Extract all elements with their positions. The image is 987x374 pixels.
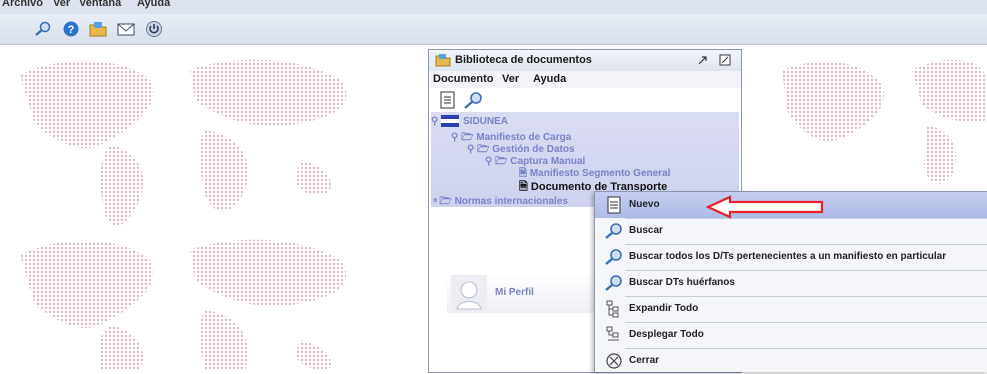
collapse-tree-icon [606, 326, 619, 341]
menu-archivo[interactable]: Archivo [2, 0, 43, 9]
window-toolbar [429, 88, 741, 112]
menu-documento[interactable]: Documento [433, 73, 494, 85]
search-icon[interactable] [34, 21, 52, 37]
folder-icon[interactable] [89, 21, 107, 37]
search-icon [605, 223, 622, 239]
context-item-buscar-dts-huerfanos[interactable]: Buscar DTs huérfanos [595, 270, 987, 296]
search-icon[interactable] [463, 91, 483, 109]
annotation-arrow-icon [706, 195, 824, 219]
world-map-background-left [20, 59, 347, 370]
menu-bar: Archivo Ver Ventana Ayuda [0, 0, 987, 14]
menu-ver[interactable]: Ver [502, 73, 519, 85]
search-icon [605, 275, 622, 291]
window-title: Biblioteca de documentos [455, 54, 592, 66]
context-item-label: Cerrar [629, 355, 660, 366]
close-circle-icon [606, 353, 622, 369]
context-item-expandir-todo[interactable]: Expandir Todo [595, 296, 987, 322]
folder-icon [435, 54, 451, 67]
context-item-label: Buscar todos los D/Ts pertenecientes a u… [629, 251, 947, 262]
profile-card[interactable]: Mi Perfil [447, 273, 597, 313]
tree-expand-icon[interactable]: ⚲ [431, 116, 438, 127]
context-item-cerrar[interactable]: Cerrar [595, 348, 987, 374]
help-icon[interactable]: ? [62, 21, 80, 37]
avatar [451, 275, 487, 311]
world-map-background-right [782, 59, 987, 184]
power-icon[interactable] [145, 21, 163, 37]
profile-label: Mi Perfil [495, 287, 534, 298]
menu-ventana[interactable]: Ventana [79, 0, 121, 9]
menu-ayuda[interactable]: Ayuda [137, 0, 170, 9]
flag-icon [441, 115, 459, 127]
context-item-label: Buscar [629, 225, 663, 236]
toolbar: ? [0, 14, 987, 45]
context-item-label: Desplegar Todo [629, 329, 704, 340]
context-item-buscar[interactable]: Buscar [595, 218, 987, 244]
mail-icon[interactable] [117, 21, 135, 37]
document-icon [607, 196, 621, 214]
expand-tree-icon [606, 300, 619, 318]
window-menu-bar: Documento Ver Ayuda [429, 71, 741, 88]
tree-node-sidunea[interactable]: SIDUNEA [463, 116, 508, 127]
tree-node-normas[interactable]: ⚬🗁 Normas internacionales [431, 194, 568, 211]
search-icon [605, 249, 622, 265]
context-item-label: Nuevo [629, 199, 660, 210]
menu-ayuda[interactable]: Ayuda [533, 73, 566, 85]
menu-ver[interactable]: Ver [53, 0, 70, 9]
context-item-buscar-todos-dts[interactable]: Buscar todos los D/Ts pertenecientes a u… [595, 244, 987, 270]
detach-icon[interactable] [697, 54, 709, 66]
context-item-label: Expandir Todo [629, 303, 699, 314]
document-icon[interactable] [439, 91, 457, 109]
window-title-bar[interactable]: Biblioteca de documentos [429, 50, 741, 72]
tree-label: Normas internacionales [454, 196, 568, 207]
context-item-label: Buscar DTs huérfanos [629, 277, 735, 288]
maximize-icon[interactable] [719, 54, 731, 66]
context-item-desplegar-todo[interactable]: Desplegar Todo [595, 322, 987, 348]
svg-text:?: ? [68, 24, 75, 36]
